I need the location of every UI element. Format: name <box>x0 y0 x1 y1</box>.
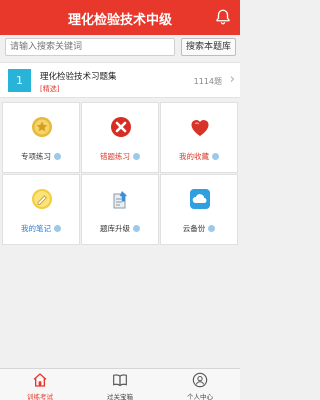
search-input[interactable] <box>5 38 175 56</box>
tab-label: 个人中心 <box>187 393 213 400</box>
grid-item-cloud-backup[interactable]: 云备份 <box>160 174 238 245</box>
grid-item-label: 题库升级 <box>82 223 158 234</box>
book-icon <box>113 374 127 387</box>
bank-tag: [精选] <box>40 85 60 93</box>
grid-item-favorites[interactable]: 我的收藏 <box>160 102 238 173</box>
tab-treasure-box[interactable]: 过关宝箱 <box>80 369 160 400</box>
user-icon <box>192 372 208 388</box>
help-icon <box>54 225 61 232</box>
grid-item-label: 错题练习 <box>82 151 158 162</box>
tab-training-exam[interactable]: 训练考试 <box>0 369 80 400</box>
grid-item-label: 专项练习 <box>3 151 79 162</box>
title-bar: 理化检验技术中级 <box>0 0 240 35</box>
bank-index-badge: 1 <box>8 69 31 92</box>
tab-label: 训练考试 <box>27 393 53 400</box>
search-bar: 搜索本题库 <box>0 35 240 59</box>
grid-item-wrong-practice[interactable]: 错题练习 <box>81 102 159 173</box>
star-medal-icon <box>32 117 52 137</box>
help-icon <box>133 225 140 232</box>
grid-item-label: 我的收藏 <box>161 151 237 162</box>
bank-name: 理化检验技术习题集 <box>40 72 117 82</box>
heart-icon <box>191 120 209 136</box>
grid-item-label: 云备份 <box>161 223 237 234</box>
search-bank-button[interactable]: 搜索本题库 <box>181 38 236 56</box>
help-icon <box>54 153 61 160</box>
grid-item-upgrade[interactable]: 题库升级 <box>81 174 159 245</box>
grid-item-special-practice[interactable]: 专项练习 <box>2 102 80 173</box>
grid-item-label: 我的笔记 <box>3 223 79 234</box>
tab-label: 过关宝箱 <box>107 393 133 400</box>
help-icon <box>208 225 216 232</box>
grid-item-notes[interactable]: 我的笔记 <box>2 174 80 245</box>
help-icon <box>212 153 219 160</box>
bottom-tab-bar: 训练考试 过关宝箱 个人中心 <box>0 368 240 400</box>
bell-icon[interactable] <box>214 8 232 26</box>
question-bank-item[interactable]: 1 理化检验技术习题集 [精选] 1114题 › <box>0 62 240 98</box>
upgrade-icon <box>113 191 127 209</box>
chevron-right-icon: › <box>229 72 235 87</box>
page-title: 理化检验技术中级 <box>67 13 172 28</box>
cloud-backup-icon <box>190 189 210 209</box>
help-icon <box>133 153 140 160</box>
tab-personal-center[interactable]: 个人中心 <box>160 369 240 400</box>
home-icon <box>33 373 47 387</box>
note-icon <box>32 189 52 209</box>
wrong-x-icon <box>111 117 131 137</box>
bank-count: 1114题 <box>193 77 222 86</box>
